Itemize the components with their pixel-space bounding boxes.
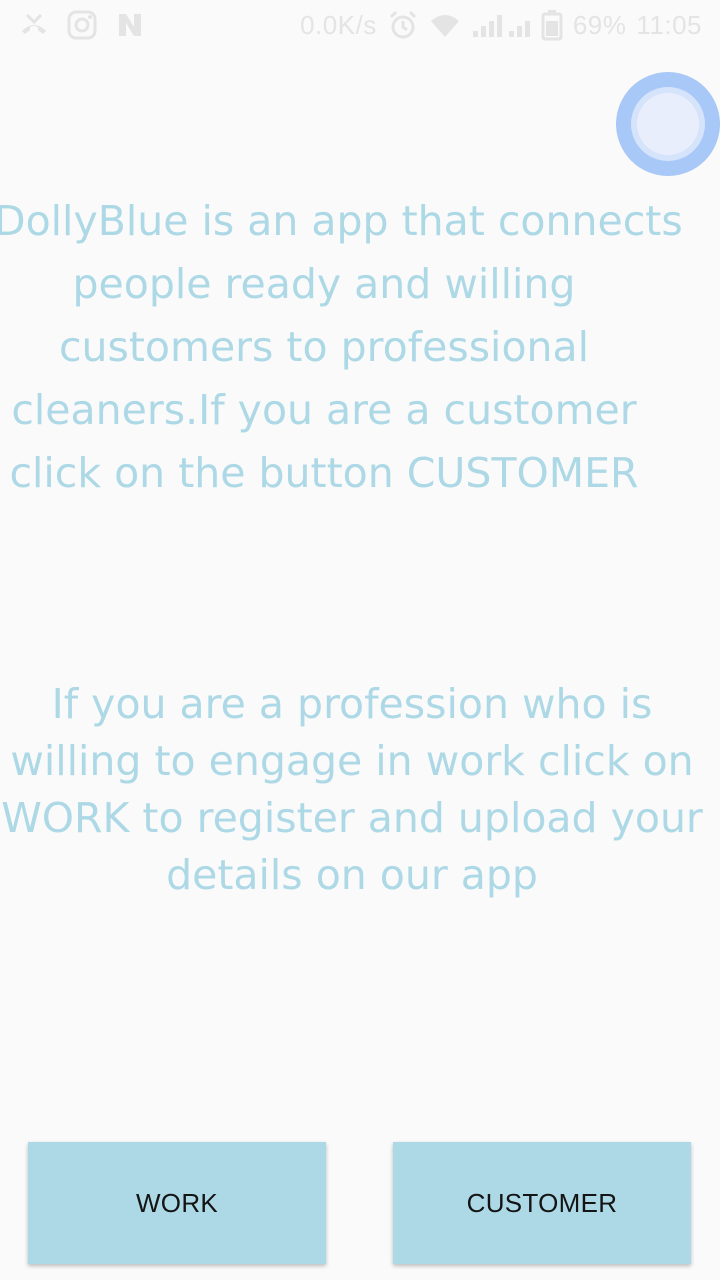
work-description-line: If you are a profession who is <box>51 680 653 728</box>
missed-call-icon <box>18 9 50 41</box>
work-description-line: WORK to register and upload your <box>1 794 703 842</box>
work-description-line: details on our app <box>166 851 538 899</box>
customer-description-line: people ready and willing <box>72 260 576 308</box>
instagram-icon <box>66 9 98 41</box>
floating-bubble-ring <box>631 87 705 161</box>
customer-description-line: cleaners.If you are a customer <box>11 386 637 434</box>
work-button[interactable]: WORK <box>28 1142 326 1264</box>
floating-assistant-bubble[interactable] <box>616 72 720 176</box>
clock: 11:05 <box>636 9 702 40</box>
customer-description-line: DollyBlue is an app that connects <box>0 197 683 245</box>
work-description-line: willing to engage in work click on <box>10 737 694 785</box>
net-speed: 0.0K/s <box>300 9 377 40</box>
customer-button[interactable]: CUSTOMER <box>393 1142 691 1264</box>
status-bar-left <box>18 9 146 41</box>
floating-bubble-core <box>637 93 699 155</box>
customer-description-line: click on the button CUSTOMER <box>9 449 639 497</box>
work-description: If you are a profession who is willing t… <box>0 676 712 904</box>
status-bar: 0.0K/s 69% 11:05 <box>0 0 720 50</box>
battery-icon <box>541 9 563 41</box>
status-bar-right: 0.0K/s 69% 11:05 <box>300 9 702 41</box>
customer-description: DollyBlue is an app that connects people… <box>0 190 683 505</box>
n-notification-icon <box>114 9 146 41</box>
alarm-icon <box>387 9 419 41</box>
wifi-icon <box>429 9 461 41</box>
customer-description-line: customers to professional <box>58 323 590 371</box>
signal-icon <box>471 9 531 41</box>
battery-level: 69% <box>572 9 627 40</box>
